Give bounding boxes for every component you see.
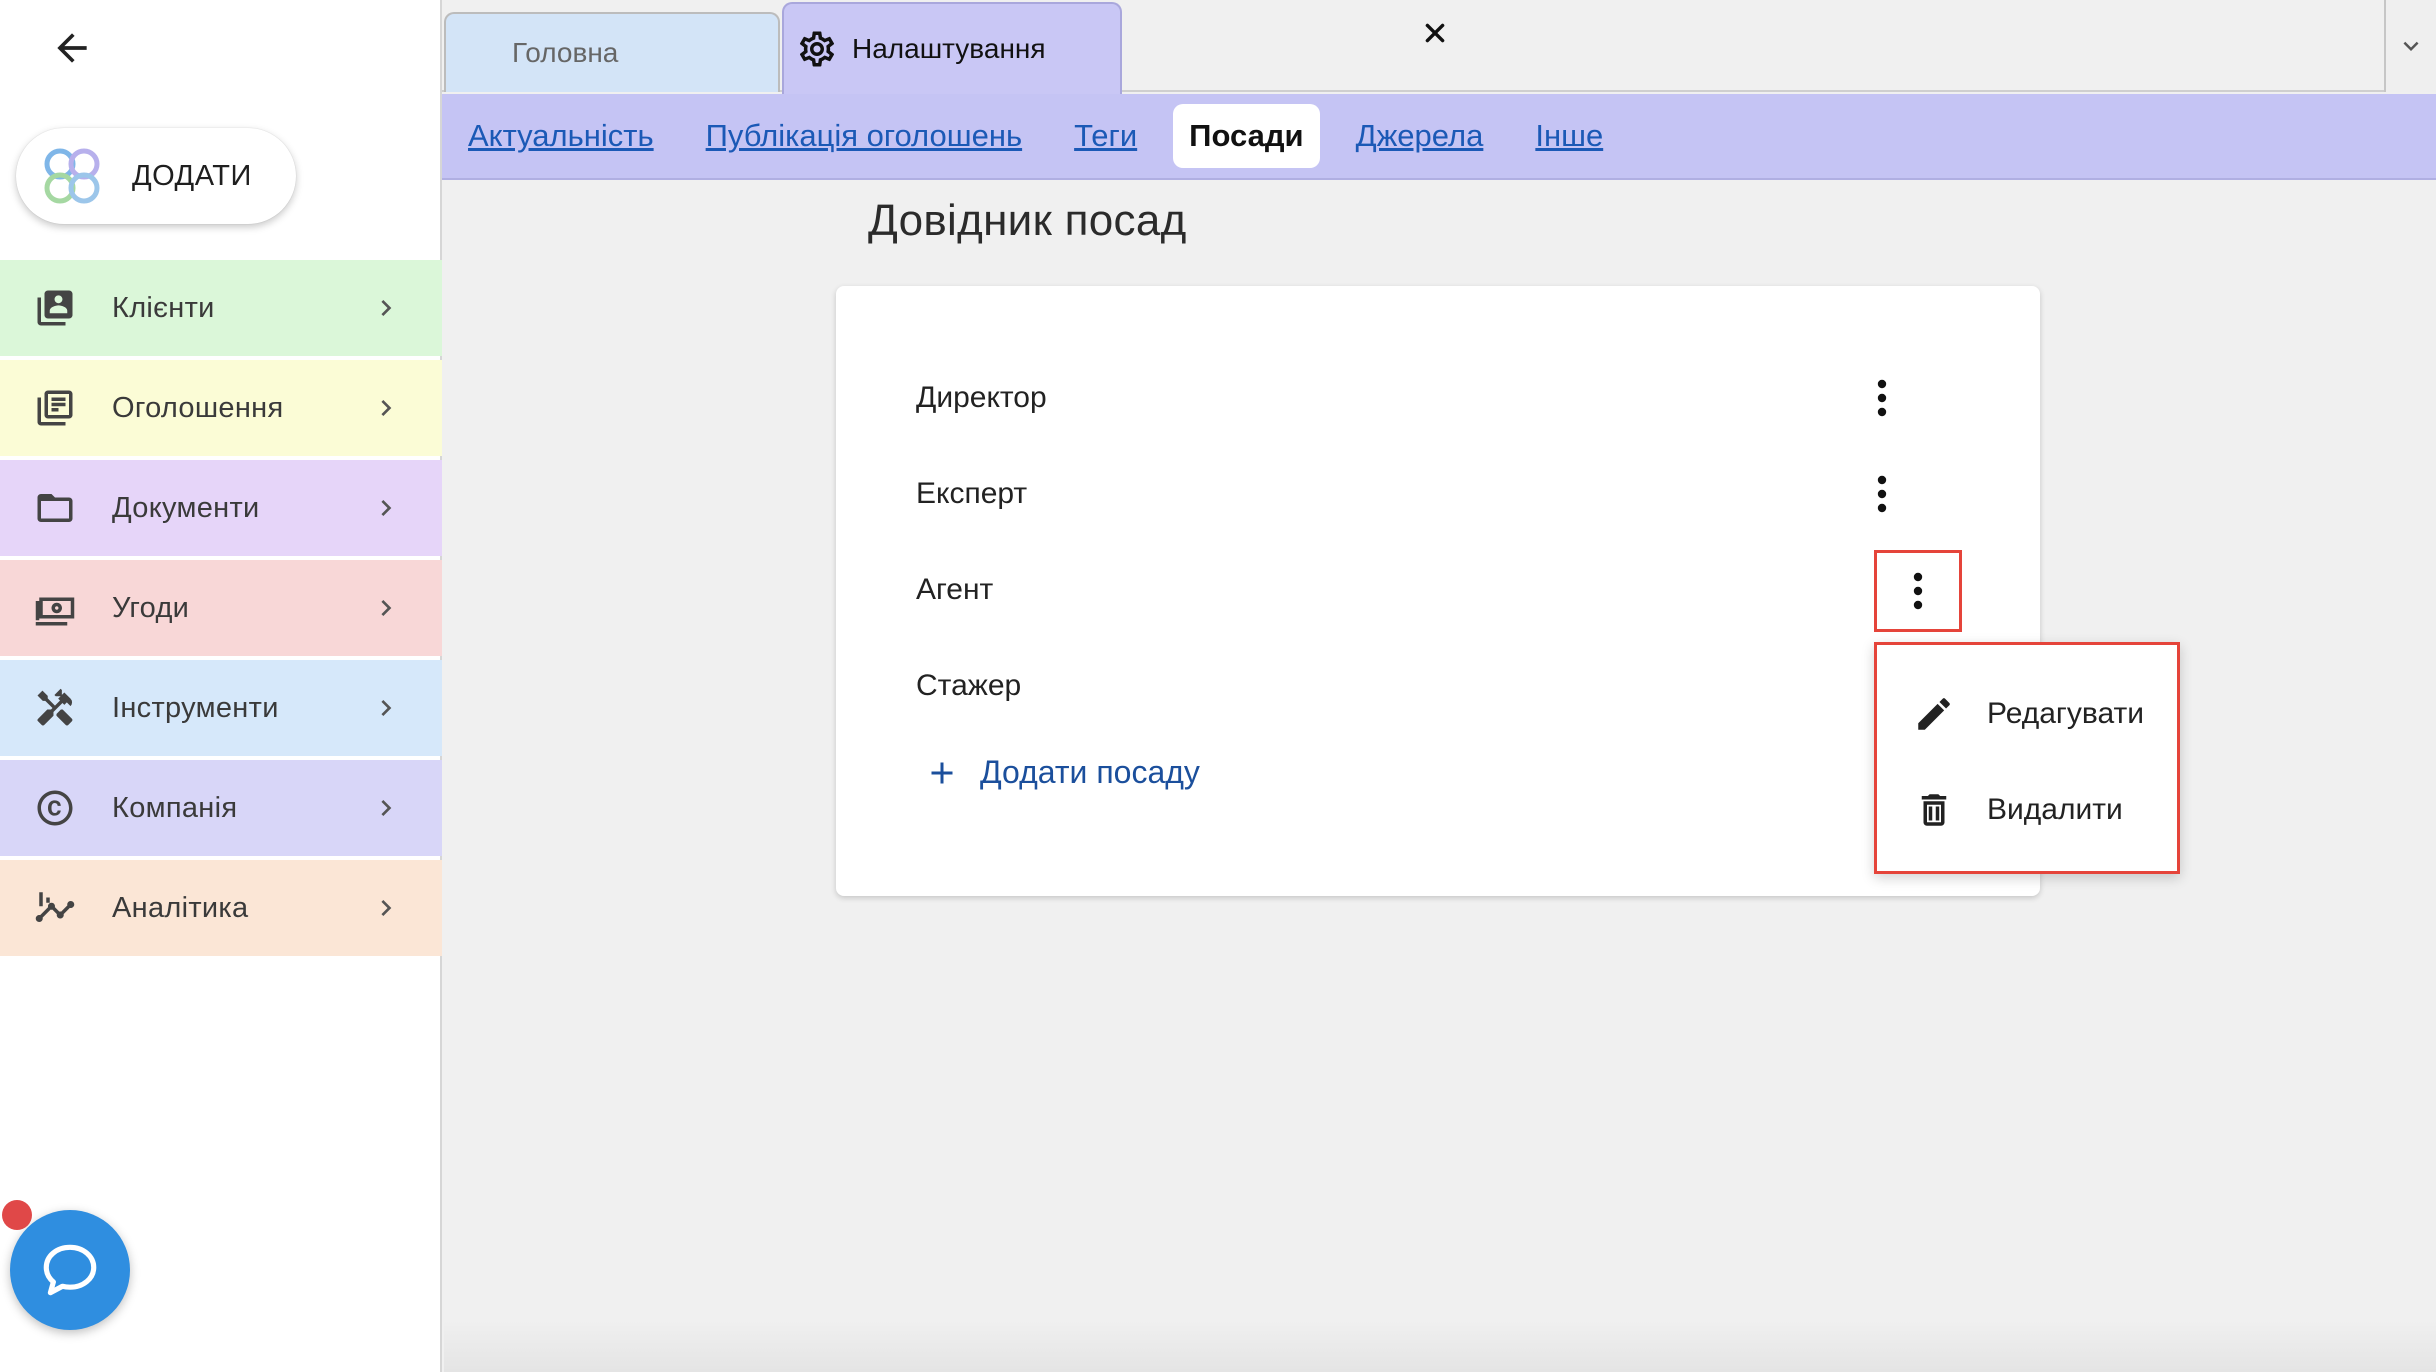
money-icon — [32, 585, 78, 631]
more-vert-icon — [1877, 475, 1887, 513]
chevron-right-icon — [381, 400, 392, 416]
position-label: Експерт — [916, 477, 1028, 510]
add-position-button[interactable]: Додати посаду — [924, 754, 1200, 791]
chevron-right-icon — [381, 800, 392, 816]
position-label: Стажер — [916, 669, 1022, 702]
plus-icon — [931, 762, 953, 783]
list-item: Експерт — [916, 464, 1027, 524]
sidebar-item-label: Клієнти — [112, 291, 215, 324]
sidebar-item-clients[interactable]: Клієнти — [0, 260, 442, 356]
chevron-right-icon — [381, 900, 392, 916]
more-button[interactable] — [1862, 462, 1902, 526]
chevron-right-icon — [381, 600, 392, 616]
sidebar-item-deals[interactable]: Угоди — [0, 560, 442, 656]
positions-card: Директор Експерт Агент Стажер Додати пос… — [836, 286, 2040, 896]
tab-home-label: Головна — [512, 37, 619, 68]
bottom-shade — [444, 1320, 2436, 1372]
sidebar-item-label: Компанія — [112, 791, 238, 824]
chevron-right-icon — [381, 500, 392, 516]
back-button[interactable] — [44, 20, 100, 76]
sidebar-item-analytics[interactable]: Аналітика — [0, 860, 442, 956]
sidebar-item-company[interactable]: Компанія — [0, 760, 442, 856]
sidebar-item-label: Угоди — [112, 591, 190, 624]
pencil-icon — [1918, 698, 1950, 730]
more-vert-icon — [1913, 572, 1923, 610]
chevron-right-icon — [381, 700, 392, 716]
contacts-icon — [32, 285, 78, 331]
settings-subnav: Актуальність Публікація оголошень Теги П… — [442, 94, 2436, 180]
menu-item-label: Видалити — [1987, 793, 2123, 826]
copyright-icon — [32, 785, 78, 831]
sidebar: ДОДАТИ Клієнти Оголошення Документи Угод… — [0, 0, 442, 1372]
sidebar-item-label: Оголошення — [112, 391, 284, 424]
list-item: Директор — [916, 368, 1047, 428]
subnav-publication[interactable]: Публікація оголошень — [706, 118, 1022, 154]
arrow-left-icon — [57, 33, 87, 63]
add-position-label: Додати посаду — [980, 754, 1200, 790]
add-logo-icon — [44, 148, 100, 204]
sidebar-item-label: Інструменти — [112, 691, 279, 724]
subnav-positions[interactable]: Посади — [1173, 104, 1320, 168]
trash-icon — [1921, 794, 1947, 826]
chat-button[interactable] — [10, 1210, 130, 1330]
subnav-other[interactable]: Інше — [1535, 118, 1603, 154]
subnav-sources[interactable]: Джерела — [1356, 118, 1484, 154]
gear-icon — [799, 31, 835, 67]
notification-dot — [2, 1200, 32, 1230]
position-label: Агент — [916, 573, 994, 606]
tab-bar: Головна Налаштування — [442, 0, 2436, 94]
sidebar-item-tools[interactable]: Інструменти — [0, 660, 442, 756]
menu-item-label: Редагувати — [1987, 697, 2144, 730]
page-title: Довідник посад — [868, 196, 1187, 245]
menu-item-edit[interactable]: Редагувати — [1877, 669, 2177, 759]
chat-bubble-icon — [43, 1244, 97, 1296]
close-tab-button[interactable] — [1418, 16, 1452, 50]
subnav-relevance[interactable]: Актуальність — [468, 118, 654, 154]
subnav-tags[interactable]: Теги — [1074, 118, 1137, 154]
tab-settings[interactable]: Налаштування — [782, 2, 1445, 94]
sidebar-item-listings[interactable]: Оголошення — [0, 360, 442, 456]
sidebar-item-documents[interactable]: Документи — [0, 460, 442, 556]
position-label: Директор — [916, 381, 1047, 414]
tab-settings-label: Налаштування — [852, 33, 1046, 64]
tab-home[interactable]: Головна — [444, 12, 780, 92]
sidebar-item-label: Аналітика — [112, 891, 249, 924]
analytics-icon — [32, 885, 78, 931]
chevron-down-icon — [2403, 41, 2419, 51]
add-button[interactable]: ДОДАТИ — [16, 128, 296, 224]
list-item: Стажер — [916, 656, 1021, 716]
more-vert-icon — [1877, 379, 1887, 417]
context-menu: Редагувати Видалити — [1874, 642, 2180, 874]
more-button[interactable] — [1862, 366, 1902, 430]
sidebar-item-label: Документи — [112, 491, 260, 524]
tools-icon — [32, 685, 78, 731]
add-button-label: ДОДАТИ — [132, 159, 252, 192]
tabs-dropdown-button[interactable] — [2384, 0, 2436, 92]
sidebar-nav: Клієнти Оголошення Документи Угоди Інстр… — [0, 260, 442, 960]
folder-icon — [32, 485, 78, 531]
chevron-right-icon — [381, 300, 392, 316]
list-item: Агент — [916, 560, 993, 620]
menu-item-delete[interactable]: Видалити — [1877, 765, 2177, 855]
close-icon — [1425, 23, 1445, 43]
listings-icon — [32, 385, 78, 431]
more-button-active[interactable] — [1874, 550, 1962, 632]
